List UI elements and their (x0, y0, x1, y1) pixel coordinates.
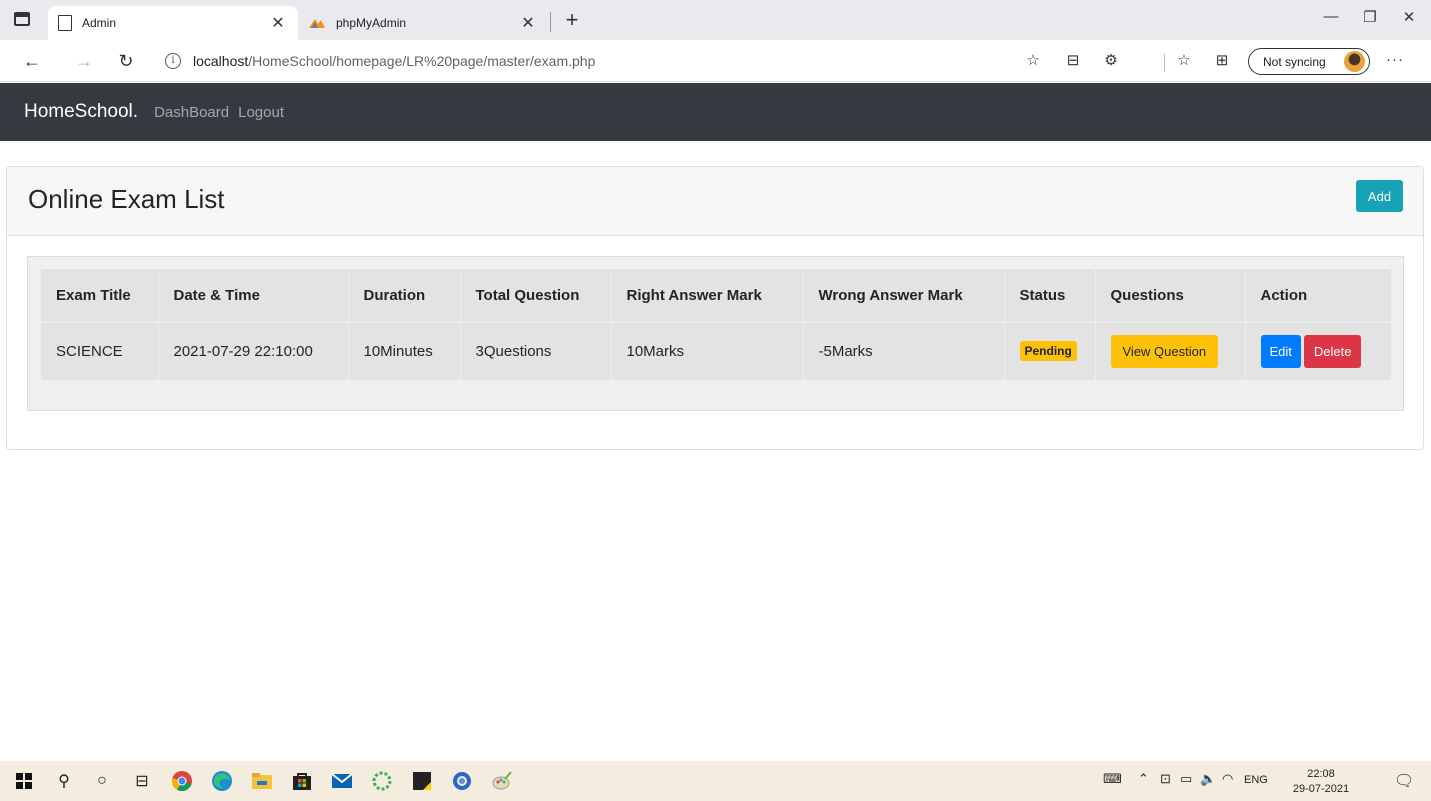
column-header-total-question: Total Question (460, 269, 612, 322)
column-header-date-time: Date & Time (158, 269, 349, 322)
wifi-icon[interactable]: ◠ (1222, 771, 1233, 787)
cell-right-answer-mark: 10Marks (611, 321, 804, 380)
delete-button[interactable]: Delete (1303, 334, 1362, 368)
url-path: /HomeSchool/homepage/LR%20page/master/ex… (248, 53, 596, 69)
column-header-duration: Duration (348, 269, 461, 322)
tab-admin[interactable]: Admin ✕ (48, 6, 298, 40)
touch-keyboard-icon[interactable]: ⌨ (1103, 771, 1122, 787)
add-button[interactable]: Add (1356, 180, 1403, 212)
minimize-button[interactable]: — (1316, 8, 1346, 25)
restore-button[interactable]: ❐ (1355, 8, 1385, 26)
cell-action: Edit Delete (1245, 321, 1391, 380)
url-text: localhost/HomeSchool/homepage/LR%20page/… (193, 53, 595, 69)
nav-link-logout[interactable]: Logout (238, 104, 284, 121)
table-row: SCIENCE 2021-07-29 22:10:00 10Minutes 3Q… (41, 321, 1391, 380)
cell-total-question: 3Questions (460, 321, 612, 380)
start-icon[interactable] (12, 769, 36, 793)
cell-questions: View Question (1095, 321, 1246, 380)
avatar (1344, 51, 1365, 72)
sync-label: Not syncing (1263, 54, 1326, 69)
cell-wrong-answer-mark: -5Marks (803, 321, 1005, 380)
meet-now-icon[interactable]: ⊡ (1160, 771, 1171, 787)
exam-table: Exam Title Date & Time Duration Total Qu… (41, 269, 1391, 380)
browser-toolbar: ← → ↻ i localhost/HomeSchool/homepage/LR… (0, 40, 1431, 82)
cortana-icon[interactable]: ○ (90, 769, 114, 793)
search-icon[interactable]: ⚲ (52, 769, 76, 793)
extensions-icon[interactable]: ⚙ (1101, 51, 1121, 71)
view-question-button[interactable]: View Question (1110, 334, 1219, 368)
back-button[interactable]: ← (20, 49, 44, 73)
column-header-wrong-answer-mark: Wrong Answer Mark (803, 269, 1005, 322)
page-icon (58, 15, 72, 31)
language-indicator[interactable]: ENG (1244, 774, 1268, 786)
close-tab-icon[interactable]: ✕ (268, 13, 288, 33)
close-tab-icon[interactable]: ✕ (518, 13, 538, 33)
cell-status: Pending (1004, 321, 1096, 380)
column-header-questions: Questions (1095, 269, 1246, 322)
brand-logo[interactable]: HomeSchool. (24, 101, 138, 123)
favorites-icon[interactable]: ☆ (1174, 51, 1194, 71)
url-host: localhost (193, 53, 249, 69)
forward-button[interactable]: → (72, 49, 96, 73)
edit-button[interactable]: Edit (1260, 334, 1301, 368)
mail-icon[interactable] (330, 769, 354, 793)
chrome-icon[interactable] (170, 769, 194, 793)
store-icon[interactable] (290, 769, 314, 793)
cell-date-time: 2021-07-29 22:10:00 (158, 321, 349, 380)
paint-icon[interactable] (490, 769, 514, 793)
chevron-up-icon[interactable]: ⌃ (1138, 771, 1149, 787)
page-title: Online Exam List (28, 184, 225, 214)
refresh-button[interactable]: ↻ (114, 49, 138, 73)
edge-icon[interactable] (210, 769, 234, 793)
sticky-notes-icon[interactable] (410, 769, 434, 793)
phpmyadmin-logo-icon (308, 17, 326, 29)
clock-time: 22:08 (1307, 768, 1335, 780)
add-favorite-icon[interactable]: ☆ (1023, 51, 1043, 71)
cell-duration: 10Minutes (348, 321, 461, 380)
tab-actions-icon[interactable] (14, 12, 30, 26)
table-header-row: Exam Title Date & Time Duration Total Qu… (41, 269, 1391, 322)
exam-list-card: Online Exam List Add Exam Title Date & T… (6, 166, 1424, 450)
battery-icon[interactable]: ▭ (1180, 771, 1192, 787)
volume-icon[interactable]: 🔈 (1200, 771, 1216, 787)
file-explorer-icon[interactable] (250, 769, 274, 793)
tab-phpmyadmin[interactable]: phpMyAdmin ✕ (298, 6, 548, 40)
collections-icon[interactable]: ⊞ (1212, 51, 1232, 71)
column-header-action: Action (1260, 286, 1308, 304)
notifications-icon[interactable]: 🗨 (1394, 771, 1414, 791)
app-circle-icon[interactable] (450, 769, 474, 793)
task-view-icon[interactable]: ⊟ (130, 769, 154, 793)
site-navbar: HomeSchool. DashBoard Logout (0, 83, 1431, 141)
nav-link-dashboard[interactable]: DashBoard (154, 104, 229, 121)
clock-date: 29-07-2021 (1292, 783, 1350, 795)
windows-taskbar: ⚲ ○ ⊟ ⌨ ⌃ ⊡ ▭ 🔈 ◠ ENG 🗨 (0, 761, 1431, 801)
info-icon[interactable]: i (165, 53, 181, 69)
tab-divider (550, 12, 551, 32)
app-ring-icon[interactable] (370, 769, 394, 793)
column-header-status: Status (1004, 269, 1096, 322)
new-tab-button[interactable]: + (560, 6, 584, 34)
profile-sync-button[interactable]: Not syncing (1248, 48, 1370, 75)
more-options-icon[interactable]: ··· (1386, 51, 1404, 68)
table-container: Exam Title Date & Time Duration Total Qu… (27, 256, 1404, 411)
toolbar-divider (1164, 54, 1165, 72)
column-header-right-answer-mark: Right Answer Mark (611, 269, 804, 322)
card-header: Online Exam List Add (7, 167, 1423, 236)
close-window-button[interactable]: ✕ (1394, 8, 1424, 26)
clock[interactable]: 22:08 29-07-2021 (1288, 767, 1354, 797)
immersive-reader-icon[interactable]: ⊟ (1063, 51, 1083, 71)
tab-title: Admin (82, 16, 117, 30)
column-header-exam-title: Exam Title (41, 269, 159, 322)
cell-exam-title: SCIENCE (41, 321, 159, 380)
browser-tab-strip: Admin ✕ phpMyAdmin ✕ + — ❐ ✕ (0, 0, 1431, 40)
status-badge: Pending (1019, 341, 1077, 362)
tab-title: phpMyAdmin (336, 16, 407, 30)
